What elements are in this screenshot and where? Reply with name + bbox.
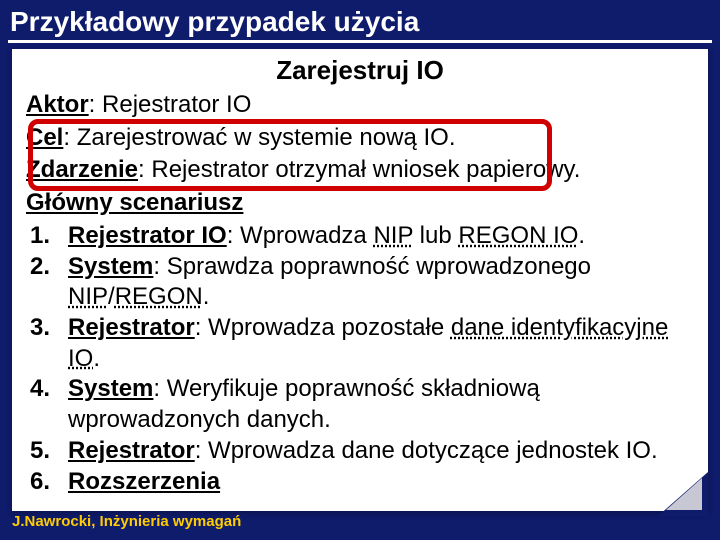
list-item: 5. Rejestrator: Wprowadza dane dotyczące… — [30, 436, 694, 467]
list-item: 2. System: Sprawdza poprawność wprowadzo… — [30, 252, 694, 313]
list-item: 3. Rejestrator: Wprowadza pozostałe dane… — [30, 313, 694, 374]
goal-label: Cel — [26, 124, 63, 151]
step-text: lub — [413, 222, 458, 249]
scenario-header: Główny scenariusz — [26, 188, 694, 219]
usecase-card: Zarejestruj IO Aktor: Rejestrator IO Cel… — [12, 49, 708, 511]
step-text: . — [578, 222, 585, 249]
step-num: 4. — [30, 374, 68, 435]
goal-row: Cel: Zarejestrować w systemie nową IO. — [26, 123, 694, 154]
list-item: 1. Rejestrator IO: Wprowadza NIP lub REG… — [30, 221, 694, 252]
step-text: / — [108, 283, 115, 310]
title-underline — [8, 40, 712, 43]
step-actor: Rejestrator IO — [68, 222, 227, 249]
scenario-label: Główny scenariusz — [26, 189, 243, 216]
step-text: : Wprowadza — [227, 222, 374, 249]
event-label: Zdarzenie — [26, 156, 138, 183]
extensions-label: Rozszerzenia — [68, 468, 220, 495]
step-text: : Sprawdza poprawność wprowadzonego — [153, 253, 591, 280]
list-item: 6. Rozszerzenia — [30, 467, 694, 498]
usecase-title: Zarejestruj IO — [26, 55, 694, 86]
step-num: 6. — [30, 467, 68, 498]
step-term: REGON — [115, 283, 203, 310]
step-actor: System — [68, 375, 153, 402]
step-text: . — [203, 283, 210, 310]
event-row: Zdarzenie: Rejestrator otrzymał wniosek … — [26, 155, 694, 186]
event-value: : Rejestrator otrzymał wniosek papierowy… — [138, 156, 580, 183]
step-term: REGON IO — [458, 222, 578, 249]
step-actor: Rejestrator — [68, 314, 195, 341]
step-text: . — [93, 345, 100, 372]
slide-footer: J.Nawrocki, Inżynieria wymagań — [12, 513, 241, 530]
actor-row: Aktor: Rejestrator IO — [26, 90, 694, 121]
page-fold-icon — [654, 468, 708, 516]
slide: Przykładowy przypadek użycia Zarejestruj… — [0, 0, 720, 540]
list-item: 4. System: Weryfikuje poprawność składni… — [30, 374, 694, 435]
step-term: NIP — [68, 283, 108, 310]
actor-label: Aktor — [26, 91, 89, 118]
step-num: 1. — [30, 221, 68, 252]
step-text: : Wprowadza pozostałe — [195, 314, 451, 341]
goal-value: : Zarejestrować w systemie nową IO. — [63, 124, 455, 151]
slide-title: Przykładowy przypadek użycia — [0, 0, 720, 40]
step-num: 3. — [30, 313, 68, 374]
actor-value: : Rejestrator IO — [89, 91, 252, 118]
step-term: NIP — [373, 222, 413, 249]
step-num: 5. — [30, 436, 68, 467]
scenario-list: 1. Rejestrator IO: Wprowadza NIP lub REG… — [26, 221, 694, 497]
step-num: 2. — [30, 252, 68, 313]
step-actor: System — [68, 253, 153, 280]
step-text: : Wprowadza dane dotyczące jednostek IO. — [195, 437, 658, 464]
step-actor: Rejestrator — [68, 437, 195, 464]
